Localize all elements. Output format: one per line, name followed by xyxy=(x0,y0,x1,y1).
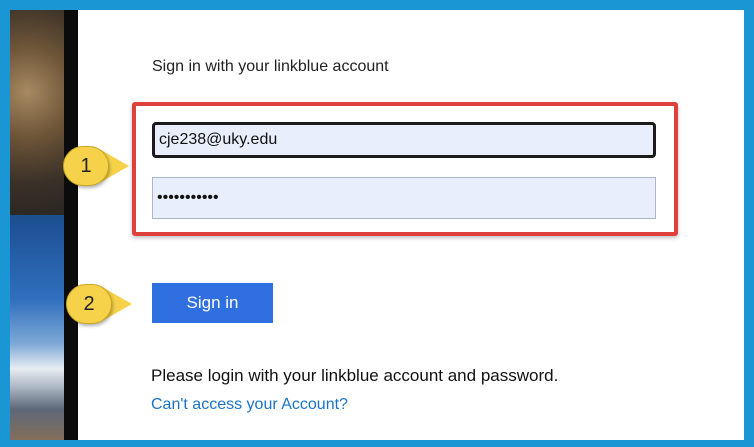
photo-bottom xyxy=(10,220,68,440)
step-2-number: 2 xyxy=(66,284,112,324)
login-heading: Sign in with your linkblue account xyxy=(152,58,389,75)
step-2-callout: 2 xyxy=(66,284,138,324)
password-input[interactable] xyxy=(152,177,656,219)
step-1-number: 1 xyxy=(63,146,109,186)
photo-top xyxy=(10,10,68,215)
cant-access-account-link[interactable]: Can't access your Account? xyxy=(151,396,348,414)
background-photo xyxy=(10,10,68,440)
divider xyxy=(64,10,78,440)
help-text: Please login with your linkblue account … xyxy=(151,366,559,385)
step-1-callout: 1 xyxy=(63,146,135,186)
username-input[interactable] xyxy=(152,122,656,158)
sign-in-button[interactable]: Sign in xyxy=(152,283,273,323)
